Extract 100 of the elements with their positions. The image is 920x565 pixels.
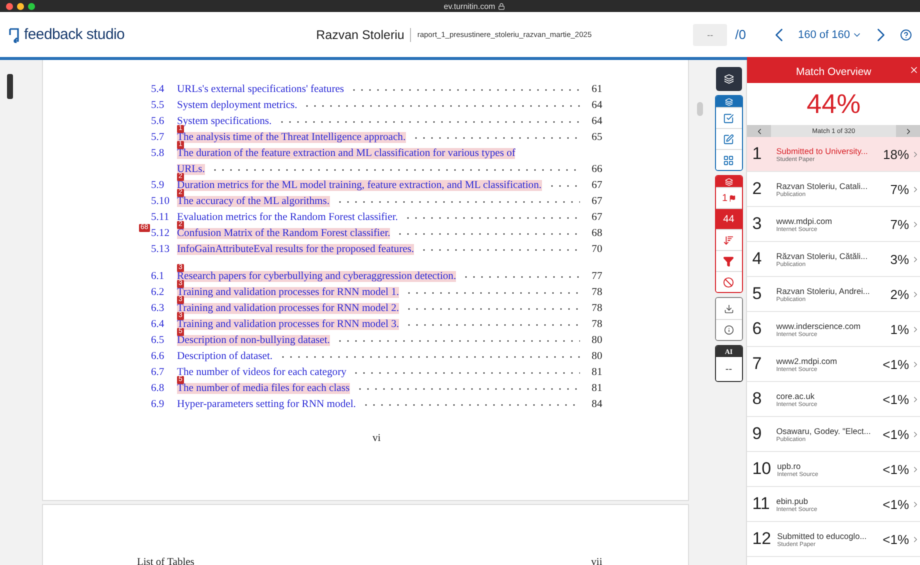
scrollbar-thumb[interactable] [697, 102, 704, 116]
similarity-button[interactable]: 44 [716, 208, 742, 229]
source-name: Osawaru, Godey. "Elect... [776, 426, 872, 436]
open-match-button[interactable] [911, 220, 920, 228]
match-rank: 7 [752, 354, 763, 374]
open-match-button[interactable] [911, 360, 920, 368]
grid-icon [723, 154, 734, 166]
toc-entry[interactable]: Description of dataset. [176, 351, 273, 362]
source-name: www.inderscience.com [776, 320, 862, 330]
toc-page-number: 84 [590, 399, 602, 410]
panel-title: Match Overview [796, 66, 872, 78]
match-rank: 6 [752, 319, 763, 339]
toc-entry[interactable]: Hyper-parameters setting for RNN model. [176, 399, 356, 410]
source-name: Razvan Stoleriu, Andrei... [776, 286, 871, 296]
match-rank: 2 [752, 179, 763, 199]
close-button[interactable] [909, 65, 920, 75]
info-button[interactable] [716, 319, 742, 340]
source-name: Submitted to educoglo... [777, 530, 868, 540]
toc-entry[interactable]: The duration of the feature extraction and ML classification for various types of [176, 148, 516, 159]
toc-page-number: 65 [590, 132, 602, 143]
toc-entry[interactable]: Training and validation processes for RNN model 2. [176, 303, 400, 314]
toc-page-number: 67 [590, 196, 602, 207]
source-name: Răzvan Stoleriu, Cătăli... [776, 250, 869, 260]
open-match-button[interactable] [911, 534, 920, 544]
source-name: core.ac.uk [776, 390, 816, 400]
match-rank: 9 [752, 424, 763, 444]
toc-number: 6.9 [150, 399, 166, 410]
toc-entry[interactable]: Training and validation processes for RNN model 3. [176, 319, 400, 330]
toc-page-number: 64 [590, 100, 602, 111]
match-percent: 7% [890, 216, 910, 232]
chevron-right-icon [911, 254, 920, 264]
open-match-button[interactable] [911, 394, 920, 404]
open-match-button[interactable] [911, 430, 920, 438]
open-match-button[interactable] [911, 500, 920, 508]
page-number: vii [591, 557, 602, 565]
toc-page-number: 78 [590, 287, 602, 298]
open-match-button[interactable] [911, 254, 920, 264]
match-percent: 1% [890, 322, 910, 336]
toc-number: 5.11 [150, 212, 170, 223]
match-percent: <1% [882, 496, 910, 512]
rubric-button[interactable] [716, 149, 742, 170]
help-icon [900, 28, 912, 40]
toc-entry[interactable]: System deployment metrics. [176, 100, 298, 111]
match-rank: 5 [752, 284, 763, 304]
toc-page-number: 68 [590, 228, 602, 239]
chevron-right-icon [911, 500, 920, 508]
match-percent: 3% [890, 252, 910, 266]
source-name: ebin.pub [776, 496, 810, 506]
toc-entry[interactable]: The accuracy of the ML algorithms. [176, 196, 330, 207]
toc-number: 6.5 [150, 335, 166, 346]
match-percent: 18% [882, 146, 910, 162]
close-window-button[interactable] [6, 2, 13, 10]
toc-entry[interactable]: The number of media files for each class [176, 383, 350, 394]
running-head: List of Tables [136, 557, 194, 565]
toc-page-number: 67 [590, 212, 602, 223]
similarity-score: 44% [806, 88, 862, 120]
url-text[interactable]: ev.turnitin.com [444, 2, 496, 10]
layers-icon [724, 98, 733, 106]
chevron-right-icon [911, 220, 920, 228]
paper-counter-dropdown[interactable]: 160 of 160 [798, 28, 862, 40]
open-match-button[interactable] [911, 324, 920, 334]
toc-entry[interactable]: Training and validation processes for RNN model 1. [176, 287, 400, 298]
match-rank: 8 [752, 389, 763, 409]
open-match-button[interactable] [911, 184, 920, 194]
toc-page-number: 70 [590, 244, 602, 255]
match-rank: 12 [752, 529, 772, 549]
open-match-button[interactable] [911, 290, 920, 298]
logo-icon [8, 26, 20, 42]
chevron-right-icon [911, 534, 920, 544]
open-match-button[interactable] [911, 150, 920, 158]
toc-entry[interactable]: System specifications. [176, 116, 272, 127]
chevron-right-icon [911, 184, 920, 194]
toc-entry[interactable]: InfoGainAttributeEval results for the proposed features. [176, 244, 414, 255]
toc-number: 5.8 [150, 148, 166, 159]
filter-icon [723, 256, 734, 266]
toc-number: 6.4 [150, 319, 166, 330]
flag-icon [728, 194, 736, 202]
toc-entry[interactable]: The analysis time of the Threat Intelligence approach. [176, 132, 406, 143]
match-percent: <1% [882, 392, 910, 406]
toc-entry[interactable]: Confusion Matrix of the Random Forest classifier. [176, 228, 390, 239]
chevron-right-icon [911, 150, 920, 158]
layers-icon [724, 74, 734, 84]
toc-number: 5.7 [150, 132, 166, 143]
help-button[interactable] [900, 28, 912, 40]
toc-entry[interactable]: Description of non-bullying dataset. [176, 335, 330, 346]
toc-page-number: 64 [590, 116, 602, 127]
minimize-window-button[interactable] [17, 2, 24, 10]
exclude-button[interactable] [716, 271, 742, 292]
chevron-right-icon [911, 324, 920, 334]
match-percent: <1% [882, 462, 910, 476]
page-number: vi [372, 433, 382, 444]
layers-button[interactable] [716, 67, 742, 91]
toc-number: 6.8 [150, 383, 166, 394]
open-match-button[interactable] [911, 464, 920, 474]
toc-number: 5.9 [150, 180, 166, 191]
maximize-window-button[interactable] [28, 2, 35, 10]
toc-page-number: 78 [590, 319, 602, 330]
page-field[interactable]: -- [693, 24, 728, 46]
toc-number: 5.6 [150, 116, 166, 127]
toc-entry[interactable]: URLs's external specifications' features [176, 84, 344, 95]
